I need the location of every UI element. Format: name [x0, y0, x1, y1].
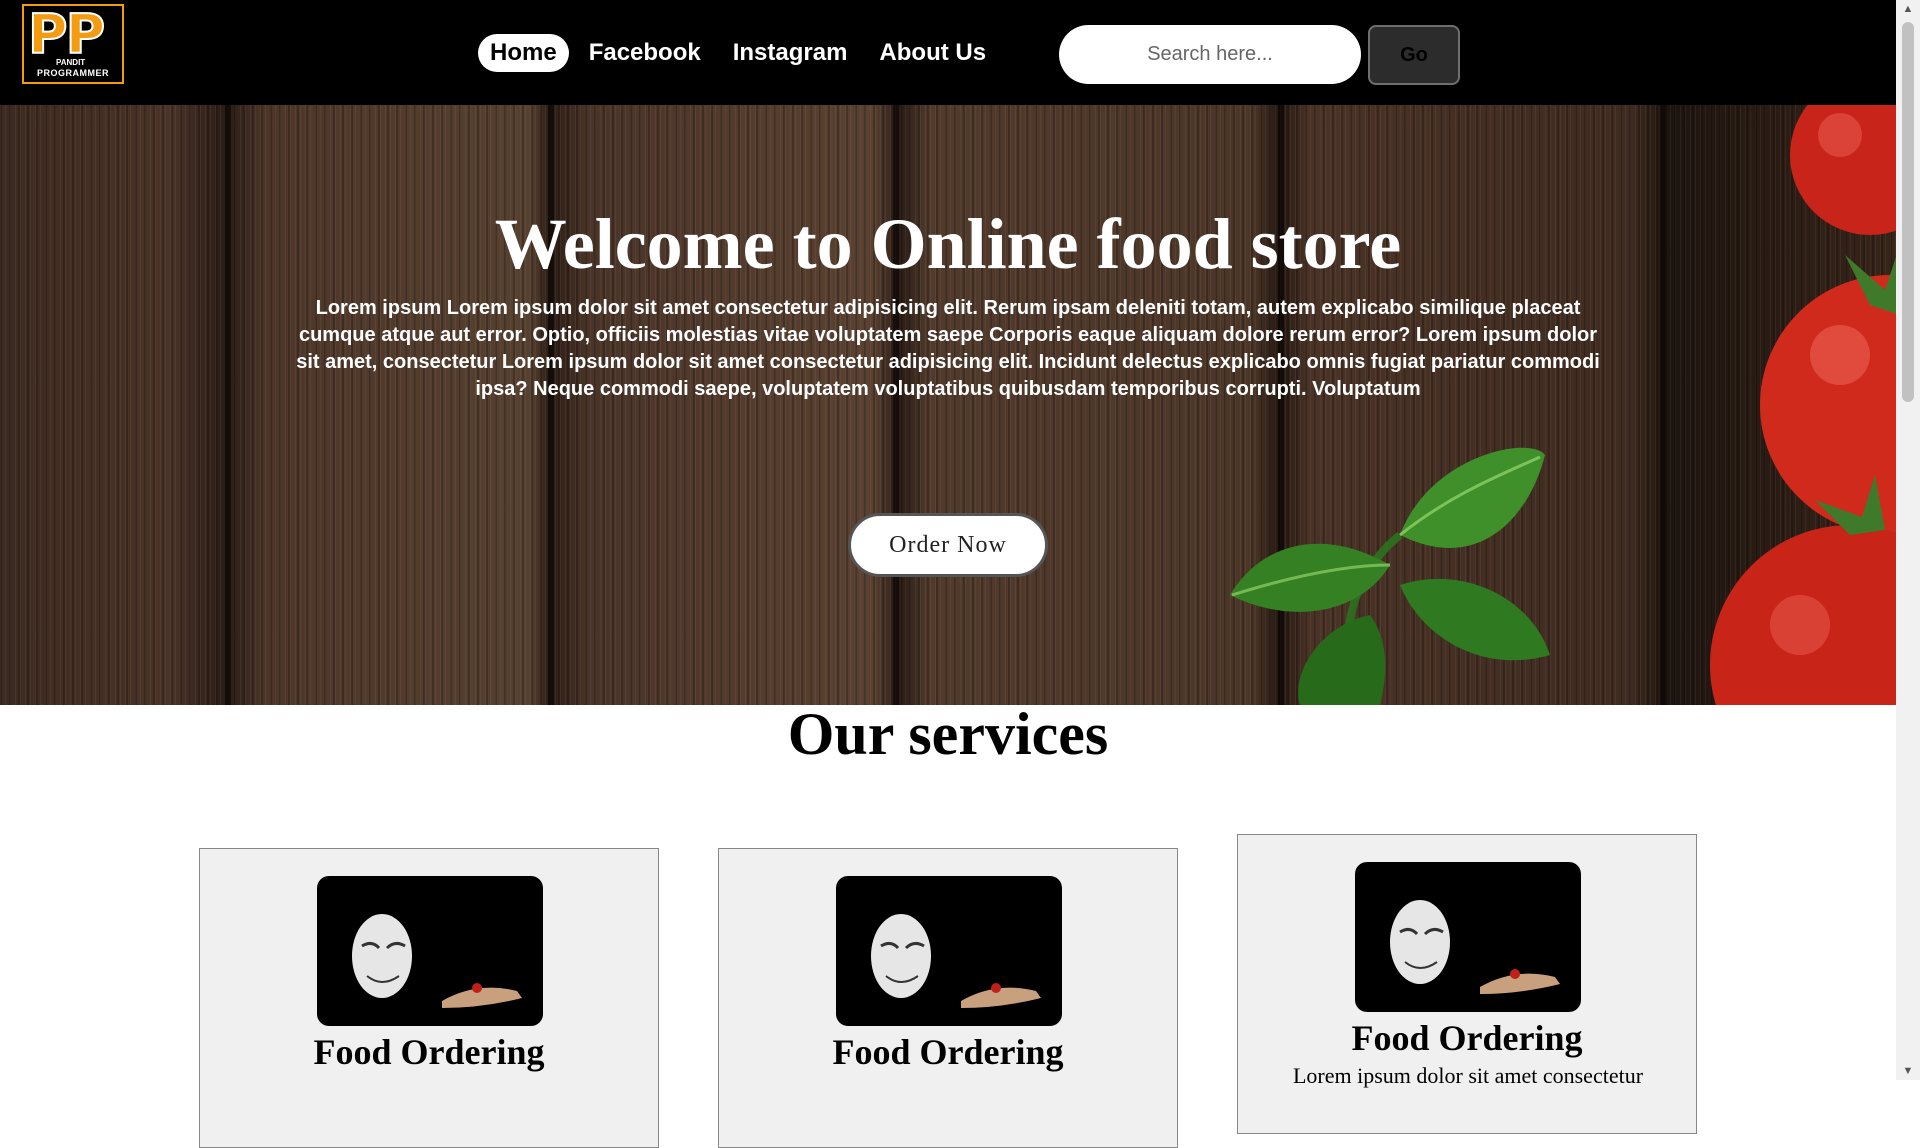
card-title: Food Ordering [313, 1032, 545, 1072]
wood-plank-seam [548, 105, 554, 705]
hero-banner: Welcome to Online food store Lorem ipsum… [0, 105, 1896, 705]
wood-plank-seam [225, 105, 231, 705]
nav-link-about-us[interactable]: About Us [867, 34, 998, 72]
mask-hand-image-icon [1355, 862, 1581, 1012]
mask-hand-image-icon [836, 876, 1062, 1026]
nav-link-facebook[interactable]: Facebook [577, 34, 713, 72]
logo-subtitle-top: PANDIT [56, 58, 86, 67]
search-input[interactable] [1059, 25, 1361, 84]
service-card[interactable]: Food Ordering Lorem ipsum dolor sit amet… [1237, 834, 1697, 1134]
order-now-button[interactable]: Order Now [848, 513, 1048, 577]
basil-leaves-image [1230, 447, 1550, 705]
pp-logo-icon[interactable]: PP PANDIT PROGRAMMER [22, 2, 124, 84]
scroll-up-arrow-icon[interactable]: ▲ [1896, 0, 1920, 18]
mask-hand-image-icon [317, 876, 543, 1026]
nav-link-instagram[interactable]: Instagram [721, 34, 860, 72]
hero-title: Welcome to Online food store [494, 204, 1402, 284]
wood-plank-seam [893, 105, 899, 705]
card-text: Lorem ipsum dolor sit amet consectetur [1292, 1063, 1644, 1088]
top-navbar: PP PANDIT PROGRAMMER Home Facebook Insta… [0, 0, 1896, 105]
service-card[interactable]: Food Ordering [718, 848, 1178, 1148]
card-title: Food Ordering [832, 1032, 1064, 1072]
scroll-down-arrow-icon[interactable]: ▼ [1896, 1062, 1920, 1080]
nav-link-home[interactable]: Home [478, 34, 569, 72]
service-card[interactable]: Food Ordering [199, 848, 659, 1148]
go-button[interactable]: Go [1368, 25, 1460, 85]
nav-links: Home Facebook Instagram About Us [478, 34, 998, 72]
card-title: Food Ordering [1351, 1018, 1583, 1058]
scrollbar-thumb[interactable] [1902, 22, 1914, 402]
hero-description: Lorem ipsum Lorem ipsum dolor sit amet c… [296, 297, 1600, 400]
tomatoes-image [1710, 105, 1896, 705]
services-title: Our services [787, 701, 1109, 767]
vertical-scrollbar[interactable]: ▲ ▼ [1896, 0, 1920, 1080]
logo-subtitle-bottom: PROGRAMMER [37, 68, 109, 78]
